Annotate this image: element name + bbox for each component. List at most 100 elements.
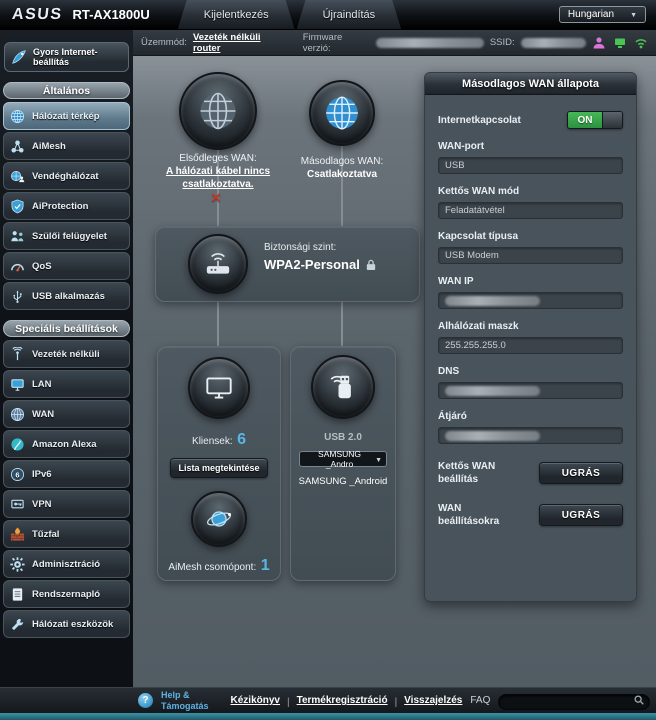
usb-node[interactable] xyxy=(311,355,375,419)
lan-device-icon[interactable] xyxy=(613,36,627,50)
sidebar-item-system-log[interactable]: Rendszernapló xyxy=(3,580,130,608)
network-map-canvas: Elsődleges WAN: A hálózati kábel nincs c… xyxy=(133,56,656,687)
toggle-knob xyxy=(602,112,622,128)
field-label: Átjáró xyxy=(438,411,467,422)
client-monitor-icon xyxy=(206,377,232,399)
section-header-advanced: Speciális beállítások xyxy=(3,320,130,337)
bottom-accent-strip xyxy=(0,713,656,720)
router-node[interactable] xyxy=(188,234,248,294)
field-label: Kettős WAN mód xyxy=(438,186,520,197)
secondary-wan-node[interactable] xyxy=(309,80,375,146)
dual-wan-go-button[interactable]: UGRÁS xyxy=(539,462,623,484)
faq-search-input[interactable] xyxy=(498,693,651,710)
secondary-wan-title: Másodlagos WAN: xyxy=(300,156,384,167)
product-registration-link[interactable]: Termékregisztráció xyxy=(297,695,388,706)
sidebar-item-label: Adminisztráció xyxy=(32,558,101,570)
internet-toggle[interactable]: ON xyxy=(567,111,623,129)
router-icon xyxy=(206,253,230,274)
aimesh-node[interactable] xyxy=(191,491,247,547)
quick-setup-label: Gyors Internet-beállítás xyxy=(33,47,98,67)
feedback-link[interactable]: Visszajelzés xyxy=(404,695,462,706)
view-client-list-button[interactable]: Lista megtekintése xyxy=(170,458,268,478)
help-support-link[interactable]: Help & Támogatás xyxy=(161,690,209,711)
primary-wan-node[interactable] xyxy=(179,72,257,150)
wan-panel-title: Másodlagos WAN állapota xyxy=(425,73,636,95)
help-icon[interactable] xyxy=(138,693,153,708)
sidebar-item-wan[interactable]: WAN xyxy=(3,400,130,428)
field-label: Alhálózati maszk xyxy=(438,321,519,332)
globe-blue-icon xyxy=(326,96,358,130)
sidebar-item-firewall[interactable]: Tűzfal xyxy=(3,520,130,548)
sidebar-item-label: Amazon Alexa xyxy=(32,438,97,450)
asus-logo: ASUS xyxy=(11,5,64,23)
search-icon[interactable] xyxy=(633,694,645,706)
logout-button[interactable]: Kijelentkezés xyxy=(178,0,295,29)
section-header-general: Általános xyxy=(3,82,130,99)
field-label: WAN IP xyxy=(438,276,474,287)
router-panel: Biztonsági szint: WPA2-Personal xyxy=(155,226,420,302)
secondary-wan-status-panel: Másodlagos WAN állapota Internetkapcsola… xyxy=(424,72,637,602)
firewall-icon xyxy=(9,526,26,542)
ssid-label: SSID: xyxy=(489,37,515,48)
field-value: 255.255.255.0 xyxy=(438,337,623,354)
aimesh-label: AiMesh csomópont: xyxy=(168,562,257,573)
footer-links: Kézikönyv Termékregisztráció Visszajelzé… xyxy=(231,692,463,710)
gateway-redacted xyxy=(445,430,540,441)
user-icon[interactable] xyxy=(592,36,606,50)
sidebar-item-wireless[interactable]: Vezeték nélküli xyxy=(3,340,130,368)
dns-redacted xyxy=(445,385,540,396)
sidebar-item-usb-application[interactable]: USB alkalmazás xyxy=(3,282,130,310)
language-select[interactable]: Hungarian xyxy=(558,6,646,23)
faq-search xyxy=(498,692,651,710)
clients-count: 6 xyxy=(237,431,246,448)
dual-wan-setup-label: Kettős WAN beállítás xyxy=(438,461,496,485)
primary-wan-title: Elsődleges WAN: xyxy=(179,153,257,164)
wan-settings-go-button[interactable]: UGRÁS xyxy=(539,504,623,526)
sidebar-item-parental-controls[interactable]: Szülői felügyelet xyxy=(3,222,130,250)
wifi-icon[interactable] xyxy=(634,36,648,50)
usb-icon xyxy=(9,289,26,304)
globe-gray-icon xyxy=(200,92,236,130)
sidebar-item-lan[interactable]: LAN xyxy=(3,370,130,398)
sidebar-item-qos[interactable]: QoS xyxy=(3,252,130,280)
field-label: WAN-port xyxy=(438,141,485,152)
sidebar-item-aiprotection[interactable]: AiProtection xyxy=(3,192,130,220)
sidebar-item-network-map[interactable]: Hálózati térkép xyxy=(3,102,130,130)
sidebar-item-amazon-alexa[interactable]: Amazon Alexa xyxy=(3,430,130,458)
sidebar-item-label: LAN xyxy=(32,378,52,390)
document-icon xyxy=(9,587,26,602)
sidebar-item-ipv6[interactable]: 6 IPv6 xyxy=(3,460,130,488)
security-level-label: Biztonsági szint: xyxy=(264,242,337,253)
field-value: USB xyxy=(438,157,623,174)
sidebar-item-administration[interactable]: Adminisztráció xyxy=(3,550,130,578)
router-to-clients-line xyxy=(217,302,219,346)
disconnected-x-icon xyxy=(211,189,221,206)
operation-mode-link[interactable]: Vezeték nélküli router xyxy=(193,32,287,54)
sidebar-item-aimesh[interactable]: AiMesh xyxy=(3,132,130,160)
globe-icon xyxy=(9,407,26,422)
sidebar-item-label: IPv6 xyxy=(32,468,52,480)
gear-icon xyxy=(9,556,26,572)
sidebar-item-guest-network[interactable]: Vendéghálózat xyxy=(3,162,130,190)
vpn-icon xyxy=(9,497,26,512)
manual-link[interactable]: Kézikönyv xyxy=(231,695,280,706)
field-label: DNS xyxy=(438,366,460,377)
quick-setup-rocket-icon xyxy=(12,50,26,64)
usb-device-name: SAMSUNG _Android xyxy=(298,476,388,487)
quick-internet-setup-button[interactable]: Gyors Internet-beállítás xyxy=(4,42,129,72)
sidebar-item-label: Tűzfal xyxy=(32,528,60,540)
reboot-button[interactable]: Újraindítás xyxy=(297,0,402,29)
field-value-text: USB xyxy=(445,160,465,171)
sidebar-item-network-tools[interactable]: Hálózati eszközök xyxy=(3,610,130,638)
toggle-on-label: ON xyxy=(568,112,602,128)
secondary-wan-label: Másodlagos WAN: Csatlakoztatva xyxy=(282,156,402,180)
usb-device-select[interactable]: SAMSUNG _Andro xyxy=(299,449,387,469)
sidebar: Gyors Internet-beállítás Általános Hálóz… xyxy=(0,30,133,687)
security-level-value: WPA2-Personal xyxy=(264,257,360,272)
sidebar-item-vpn[interactable]: VPN xyxy=(3,490,130,518)
clients-node[interactable] xyxy=(188,357,250,419)
internet-connection-label: Internetkapcsolat xyxy=(438,114,521,126)
sidebar-item-label: USB alkalmazás xyxy=(32,290,105,302)
status-icons xyxy=(592,36,648,50)
shield-icon xyxy=(9,199,26,214)
